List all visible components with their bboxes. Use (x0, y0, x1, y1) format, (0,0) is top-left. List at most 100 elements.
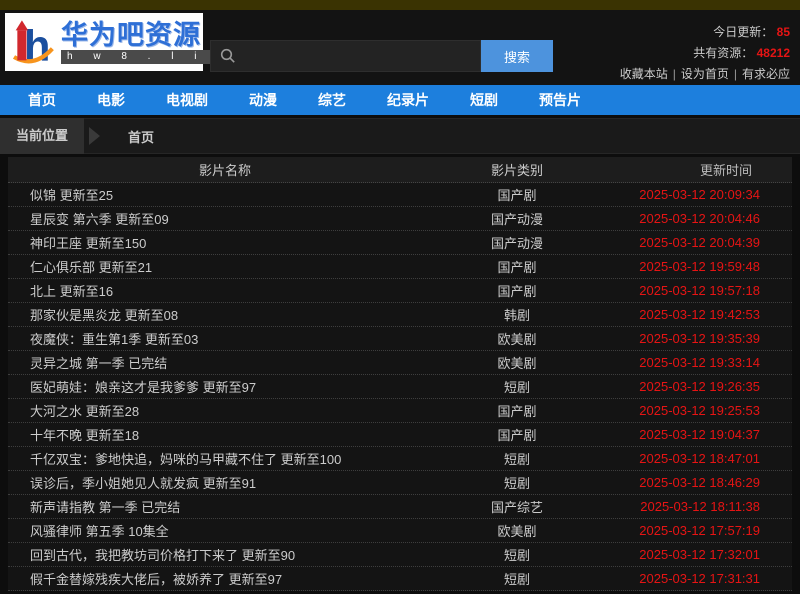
table-row: 新声请指教 第一季 已完结 国产综艺 2025-03-12 18:11:38 (8, 495, 792, 519)
video-title-link[interactable]: 灵异之城 第一季 已完结 (8, 353, 442, 372)
site-header: h 华为吧资源 h w 8 . l i v e 搜索 今日更新： 85 (0, 10, 800, 85)
video-category-link[interactable]: 国产剧 (442, 185, 592, 204)
video-update-time: 2025-03-12 19:04:37 (592, 427, 792, 442)
search-button[interactable]: 搜索 (481, 40, 553, 72)
video-update-time: 2025-03-12 20:04:39 (592, 235, 792, 250)
video-title-link[interactable]: 假千金替嫁残疾大佬后，被娇养了 更新至97 (8, 569, 442, 588)
search-icon (220, 48, 236, 64)
table-row: 北上 更新至16 国产剧 2025-03-12 19:57:18 (8, 279, 792, 303)
nav-item-home[interactable]: 首页 (14, 85, 70, 115)
video-update-time: 2025-03-12 19:25:53 (592, 403, 792, 418)
search-bar: 搜索 (210, 40, 553, 72)
video-category-link[interactable]: 短剧 (442, 377, 592, 396)
video-category-link[interactable]: 欧美剧 (442, 353, 592, 372)
search-input[interactable] (236, 41, 480, 71)
header-links: 收藏本站|设为首页|有求必应 (620, 64, 790, 85)
table-row: 神印王座 更新至150 国产动漫 2025-03-12 20:04:39 (8, 231, 792, 255)
video-update-time: 2025-03-12 19:26:35 (592, 379, 792, 394)
table-header: 影片名称 影片类别 更新时间 (8, 157, 792, 183)
video-update-time: 2025-03-12 19:42:53 (592, 307, 792, 322)
table-row: 回到古代，我把教坊司价格打下来了 更新至90 短剧 2025-03-12 17:… (8, 543, 792, 567)
video-title-link[interactable]: 仁心俱乐部 更新至21 (8, 257, 442, 276)
video-category-link[interactable]: 国产剧 (442, 401, 592, 420)
video-category-link[interactable]: 欧美剧 (442, 521, 592, 540)
set-homepage-link[interactable]: 设为首页 (681, 67, 729, 81)
breadcrumb-arrow-icon (89, 127, 100, 145)
video-category-link[interactable]: 国产动漫 (442, 209, 592, 228)
video-update-time: 2025-03-12 18:11:38 (592, 499, 792, 514)
video-title-link[interactable]: 大河之水 更新至28 (8, 401, 442, 420)
favorite-site-link[interactable]: 收藏本站 (620, 67, 668, 81)
table-row: 医妃萌娃：娘亲这才是我爹爹 更新至97 短剧 2025-03-12 19:26:… (8, 375, 792, 399)
table-row: 千亿双宝：爹地快追，妈咪的马甲藏不住了 更新至100 短剧 2025-03-12… (8, 447, 792, 471)
nav-item-variety[interactable]: 综艺 (304, 85, 360, 115)
nav-item-tv-series[interactable]: 电视剧 (152, 85, 222, 115)
top-banner-strip (0, 0, 800, 10)
table-row: 仁心俱乐部 更新至21 国产剧 2025-03-12 19:59:48 (8, 255, 792, 279)
video-category-link[interactable]: 韩剧 (442, 305, 592, 324)
video-title-link[interactable]: 医妃萌娃：娘亲这才是我爹爹 更新至97 (8, 377, 442, 396)
stat-today: 今日更新： 85 (620, 22, 790, 43)
video-title-link[interactable]: 误诊后，季小姐她见人就发疯 更新至91 (8, 473, 442, 492)
video-category-link[interactable]: 国产动漫 (442, 233, 592, 252)
table-row: 夜魔侠：重生第1季 更新至03 欧美剧 2025-03-12 19:35:39 (8, 327, 792, 351)
video-title-link[interactable]: 十年不晚 更新至18 (8, 425, 442, 444)
column-header-time: 更新时间 (592, 160, 792, 179)
breadcrumb-label: 当前位置 (0, 118, 84, 154)
video-title-link[interactable]: 似锦 更新至25 (8, 185, 442, 204)
video-update-time: 2025-03-12 19:33:14 (592, 355, 792, 370)
video-update-time: 2025-03-12 19:59:48 (592, 259, 792, 274)
table-row: 假千金替嫁残疾大佬后，被娇养了 更新至97 短剧 2025-03-12 17:3… (8, 567, 792, 591)
today-update-count: 85 (777, 25, 790, 39)
table-row: 误诊后，季小姐她见人就发疯 更新至91 短剧 2025-03-12 18:46:… (8, 471, 792, 495)
nav-item-movies[interactable]: 电影 (83, 85, 139, 115)
column-header-category: 影片类别 (442, 160, 592, 179)
video-category-link[interactable]: 短剧 (442, 449, 592, 468)
table-row: 星辰变 第六季 更新至09 国产动漫 2025-03-12 20:04:46 (8, 207, 792, 231)
video-update-time: 2025-03-12 18:47:01 (592, 451, 792, 466)
nav-item-trailers[interactable]: 预告片 (525, 85, 595, 115)
video-update-time: 2025-03-12 17:57:19 (592, 523, 792, 538)
video-update-time: 2025-03-12 18:46:29 (592, 475, 792, 490)
table-row: 那家伙是黑炎龙 更新至08 韩剧 2025-03-12 19:42:53 (8, 303, 792, 327)
logo-icon: h (9, 17, 59, 67)
video-title-link[interactable]: 夜魔侠：重生第1季 更新至03 (8, 329, 442, 348)
video-category-link[interactable]: 短剧 (442, 473, 592, 492)
video-category-link[interactable]: 国产剧 (442, 281, 592, 300)
table-row: 风骚律师 第五季 10集全 欧美剧 2025-03-12 17:57:19 (8, 519, 792, 543)
table-row: 大河之水 更新至28 国产剧 2025-03-12 19:25:53 (8, 399, 792, 423)
video-title-link[interactable]: 星辰变 第六季 更新至09 (8, 209, 442, 228)
video-update-time: 2025-03-12 17:32:01 (592, 547, 792, 562)
video-category-link[interactable]: 欧美剧 (442, 329, 592, 348)
video-title-link[interactable]: 回到古代，我把教坊司价格打下来了 更新至90 (8, 545, 442, 564)
video-category-link[interactable]: 国产剧 (442, 257, 592, 276)
video-title-link[interactable]: 那家伙是黑炎龙 更新至08 (8, 305, 442, 324)
site-logo[interactable]: h 华为吧资源 h w 8 . l i v e (5, 13, 203, 71)
video-category-link[interactable]: 短剧 (442, 569, 592, 588)
table-row: 灵异之城 第一季 已完结 欧美剧 2025-03-12 19:33:14 (8, 351, 792, 375)
video-title-link[interactable]: 新声请指教 第一季 已完结 (8, 497, 442, 516)
video-update-time: 2025-03-12 20:04:46 (592, 211, 792, 226)
video-update-time: 2025-03-12 19:57:18 (592, 283, 792, 298)
video-list-table: 影片名称 影片类别 更新时间 似锦 更新至25 国产剧 2025-03-12 2… (8, 157, 792, 591)
breadcrumb-home-link[interactable]: 首页 (128, 127, 154, 146)
video-title-link[interactable]: 千亿双宝：爹地快追，妈咪的马甲藏不住了 更新至100 (8, 449, 442, 468)
stat-total: 共有资源： 48212 (620, 43, 790, 64)
table-row: 似锦 更新至25 国产剧 2025-03-12 20:09:34 (8, 183, 792, 207)
video-title-link[interactable]: 神印王座 更新至150 (8, 233, 442, 252)
header-stats: 今日更新： 85 共有资源： 48212 收藏本站|设为首页|有求必应 (620, 22, 790, 85)
request-link[interactable]: 有求必应 (742, 67, 790, 81)
video-category-link[interactable]: 短剧 (442, 545, 592, 564)
video-update-time: 2025-03-12 20:09:34 (592, 187, 792, 202)
video-title-link[interactable]: 北上 更新至16 (8, 281, 442, 300)
table-row: 十年不晚 更新至18 国产剧 2025-03-12 19:04:37 (8, 423, 792, 447)
nav-item-short-drama[interactable]: 短剧 (456, 85, 512, 115)
video-category-link[interactable]: 国产剧 (442, 425, 592, 444)
breadcrumb: 当前位置 首页 (0, 118, 800, 154)
column-header-title: 影片名称 (8, 160, 442, 179)
video-update-time: 2025-03-12 19:35:39 (592, 331, 792, 346)
video-title-link[interactable]: 风骚律师 第五季 10集全 (8, 521, 442, 540)
video-category-link[interactable]: 国产综艺 (442, 497, 592, 516)
nav-item-anime[interactable]: 动漫 (235, 85, 291, 115)
nav-item-documentary[interactable]: 纪录片 (373, 85, 443, 115)
